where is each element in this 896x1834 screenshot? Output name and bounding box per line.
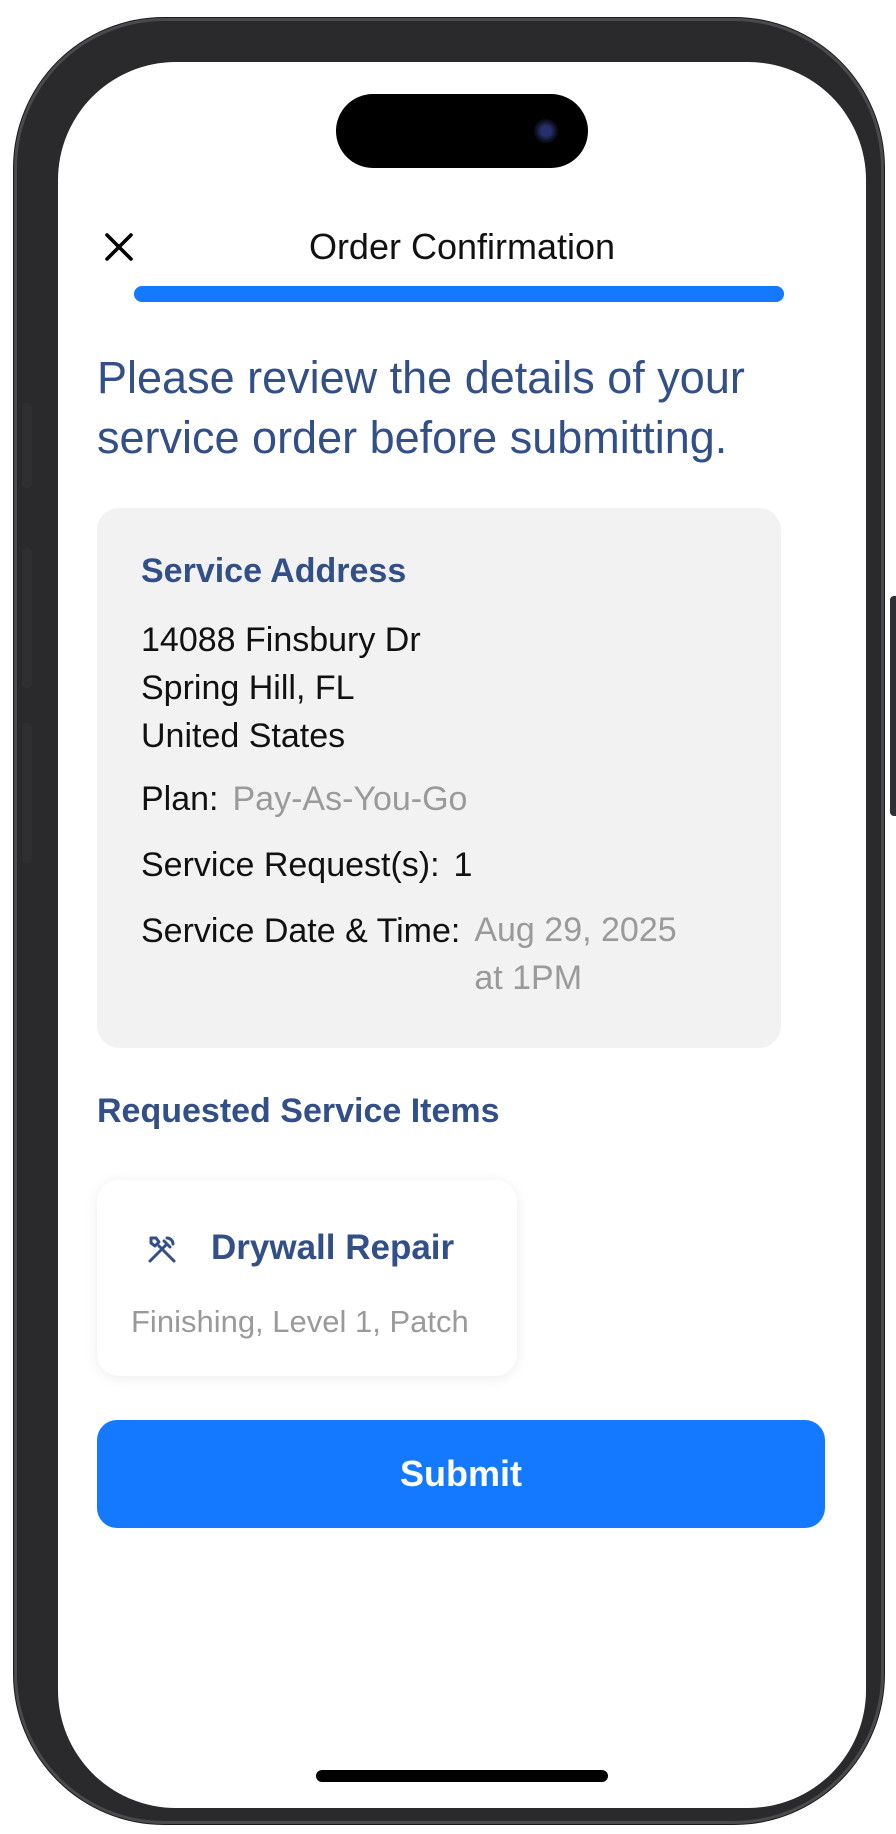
service-item-name: Drywall Repair bbox=[211, 1228, 455, 1267]
camera-icon bbox=[534, 119, 558, 143]
tools-icon bbox=[148, 1236, 176, 1263]
phone-frame: Order Confirmation Please review the det… bbox=[14, 18, 896, 1824]
service-requests-value: 1 bbox=[453, 846, 473, 884]
address-line-1: 14088 Finsbury Dr bbox=[141, 621, 421, 659]
action-button bbox=[22, 403, 32, 488]
volume-up-button bbox=[22, 548, 32, 688]
address-line-2: Spring Hill, FL bbox=[141, 669, 355, 707]
service-item-card[interactable]: Drywall Repair Finishing, Level 1, Patch bbox=[97, 1180, 517, 1376]
service-time: at 1PM bbox=[474, 959, 583, 997]
plan-row: Plan: Pay-As-You-Go bbox=[141, 780, 467, 819]
plan-label: Plan: bbox=[141, 780, 219, 818]
service-address: 14088 Finsbury Dr Spring Hill, FL United… bbox=[141, 616, 421, 760]
submit-button[interactable]: Submit bbox=[97, 1420, 825, 1528]
header: Order Confirmation bbox=[58, 222, 866, 282]
service-address-heading: Service Address bbox=[141, 552, 407, 590]
service-date: Aug 29, 2025 bbox=[474, 911, 677, 949]
progress-bar bbox=[134, 286, 784, 302]
service-requests-label: Service Request(s): bbox=[141, 846, 440, 884]
screen: Order Confirmation Please review the det… bbox=[58, 62, 866, 1808]
service-datetime-row: Service Date & Time: Aug 29, 2025 at 1PM bbox=[141, 911, 677, 1002]
power-button bbox=[890, 596, 896, 816]
service-item-details: Finishing, Level 1, Patch bbox=[131, 1304, 469, 1339]
intro-text: Please review the details of your servic… bbox=[97, 352, 745, 463]
address-line-3: United States bbox=[141, 717, 346, 755]
dynamic-island bbox=[336, 94, 588, 168]
page-title: Order Confirmation bbox=[308, 226, 616, 267]
plan-value: Pay-As-You-Go bbox=[232, 780, 468, 818]
volume-down-button bbox=[22, 723, 32, 863]
service-datetime-label: Service Date & Time: bbox=[141, 912, 461, 950]
progress-fill bbox=[134, 286, 784, 302]
order-summary-card: Service Address 14088 Finsbury Dr Spring… bbox=[97, 508, 781, 1048]
requested-items-heading: Requested Service Items bbox=[97, 1092, 500, 1130]
service-requests-row: Service Request(s): 1 bbox=[141, 846, 472, 885]
home-indicator[interactable] bbox=[316, 1770, 608, 1782]
service-datetime-value: Aug 29, 2025 at 1PM bbox=[474, 906, 676, 1002]
